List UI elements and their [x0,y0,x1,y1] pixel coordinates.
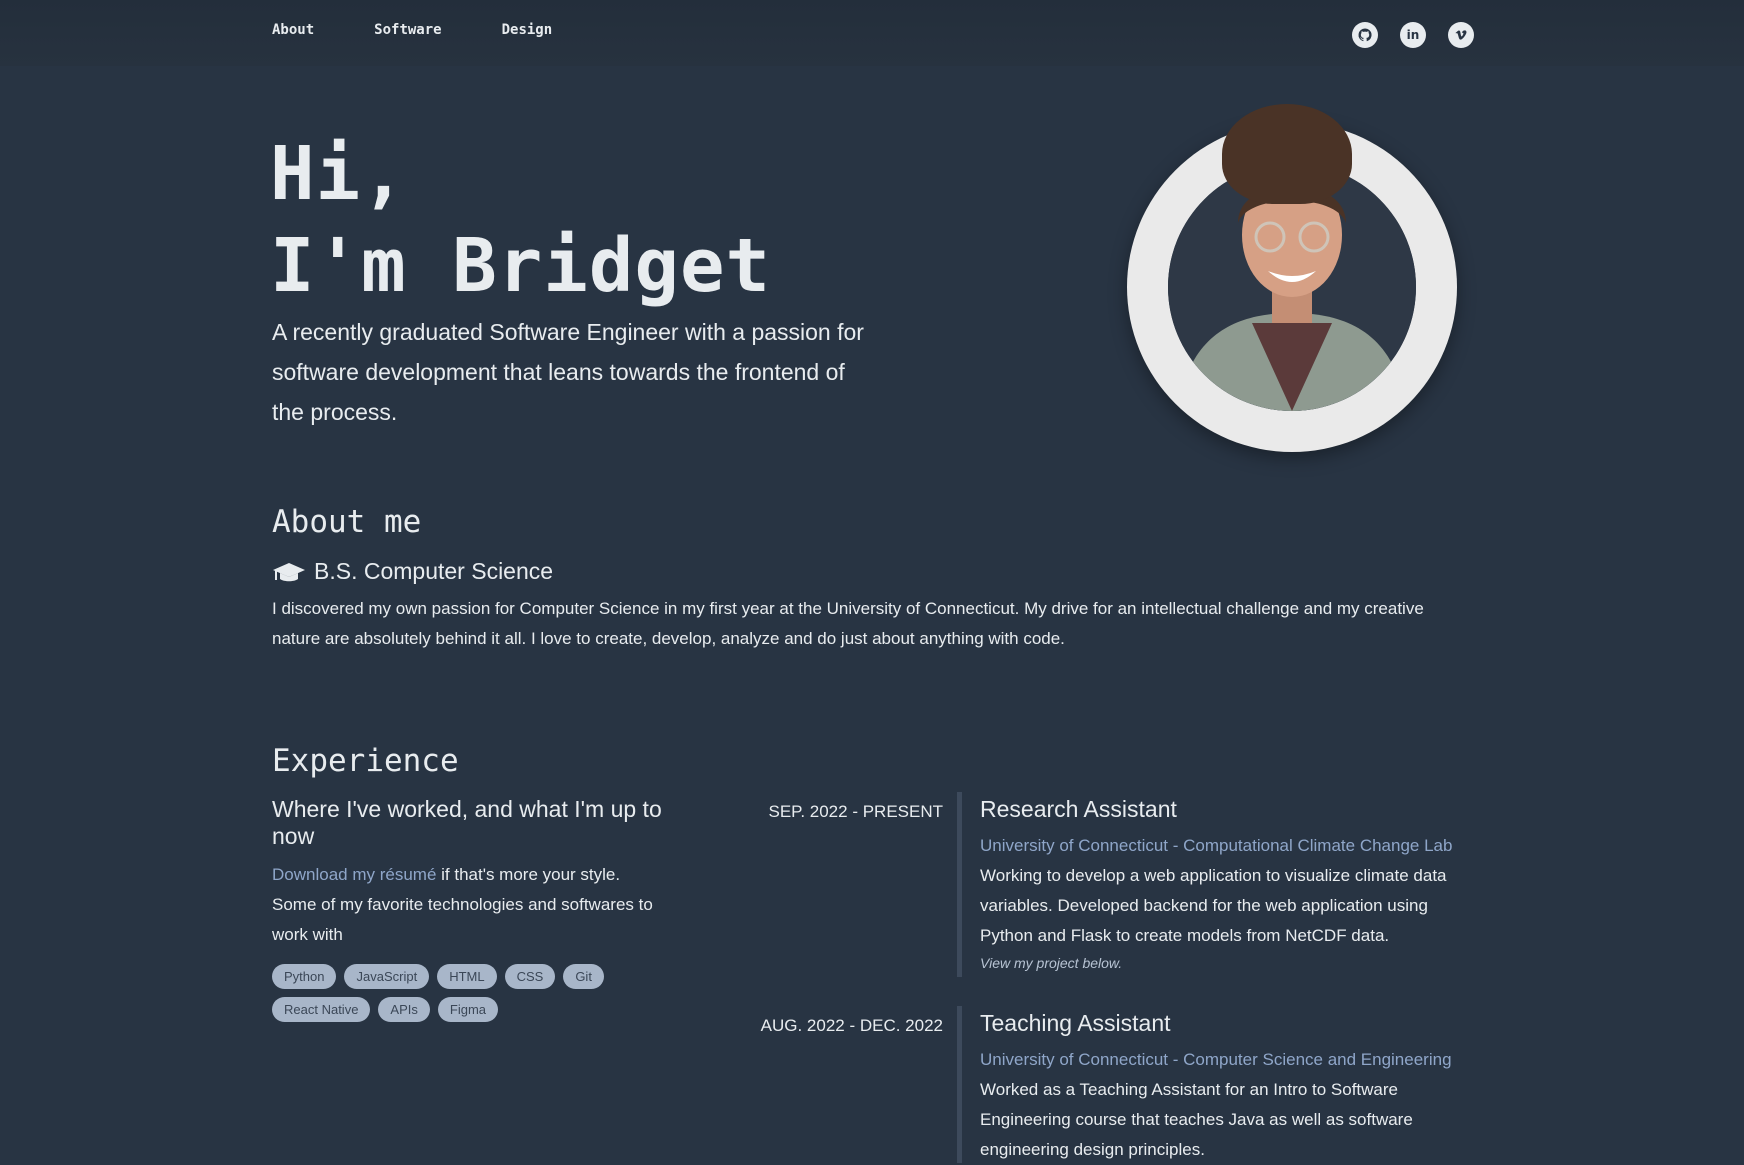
hero-subtitle: A recently graduated Software Engineer w… [272,319,864,425]
about-text: I discovered my own passion for Computer… [272,599,1424,648]
job-title: Teaching Assistant [980,1010,1171,1036]
about-heading: About me [272,504,422,540]
main-nav: About Software Design [272,22,612,38]
linkedin-icon[interactable]: in [1400,22,1426,48]
tech-tags: Python JavaScript HTML CSS Git React Nat… [272,964,632,1022]
tag-react-native: React Native [272,997,371,1022]
resume-line: Download my résumé if that's more your s… [272,860,692,890]
resume-suffix: if that's more your style. [436,865,621,884]
tech-intro: Some of my favorite technologies and sof… [272,895,653,944]
job-date: SEP. 2022 - PRESENT [768,802,944,821]
graduation-cap-icon [273,562,305,581]
job-description: Worked as a Teaching Assistant for an In… [980,1080,1413,1159]
job-entry: Teaching Assistant University of Connect… [980,1010,1470,1165]
degree-row: B.S. Computer Science [272,558,553,585]
degree-label: B.S. Computer Science [314,558,554,584]
hero-name: I'm Bridget [270,223,772,309]
top-nav-bar: About Software Design in [0,0,1744,66]
social-links: in [1352,22,1474,48]
hero-greeting: Hi, [270,131,407,217]
job-entry: Research Assistant University of Connect… [980,796,1470,971]
view-project-link[interactable]: View my project below. [980,955,1470,971]
hero-heading: Hi, I'm Bridget [270,128,771,312]
job-date: AUG. 2022 - DEC. 2022 [760,1016,943,1035]
experience-heading: Experience [272,743,459,779]
timeline-bar [957,792,962,977]
job-description: Working to develop a web application to … [980,866,1447,945]
job-title: Research Assistant [980,796,1177,822]
tag-html: HTML [437,964,497,989]
download-resume-link[interactable]: Download my résumé [272,865,436,884]
experience-intro: Where I've worked, and what I'm up to no… [272,796,692,1022]
nav-link-design[interactable]: Design [502,22,553,38]
portrait-hair-overflow [1222,104,1352,204]
github-icon[interactable] [1352,22,1378,48]
experience-lead: Where I've worked, and what I'm up to no… [272,796,662,849]
timeline-bar [957,1006,962,1163]
tag-css: CSS [504,964,556,989]
tag-python: Python [272,964,337,989]
tag-git: Git [563,964,604,989]
job-org-link[interactable]: University of Connecticut - Computer Sci… [980,1045,1470,1075]
job-org-link[interactable]: University of Connecticut - Computationa… [980,831,1470,861]
vimeo-icon[interactable] [1448,22,1474,48]
nav-link-about[interactable]: About [272,22,314,38]
nav-link-software[interactable]: Software [374,22,441,38]
tag-figma: Figma [437,997,499,1022]
tag-apis: APIs [378,997,430,1022]
tag-javascript: JavaScript [344,964,430,989]
